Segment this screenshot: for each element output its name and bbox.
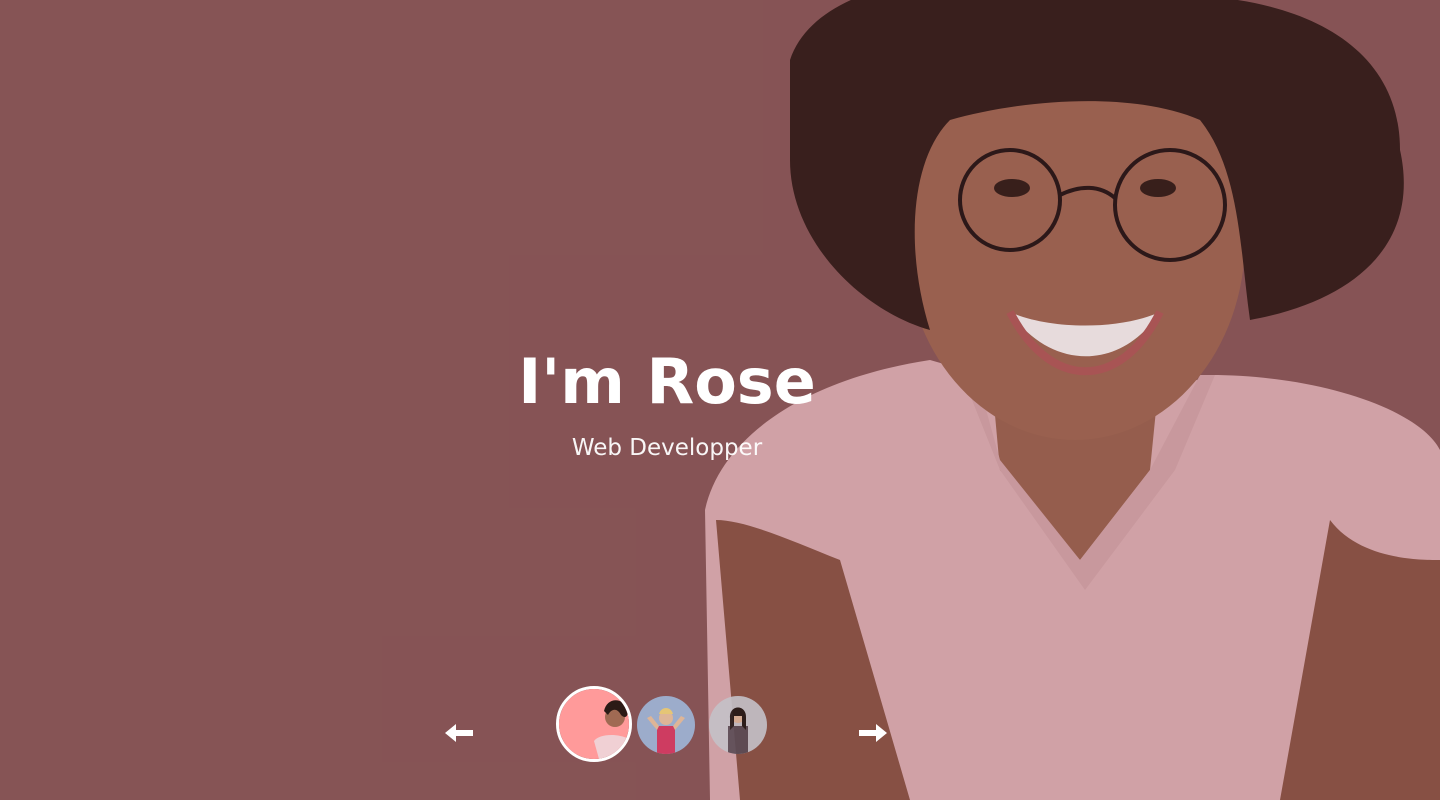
prev-button[interactable] [442,718,476,748]
next-button[interactable] [856,718,890,748]
third-person-thumbnail-image [709,696,767,754]
slide-title: I'm Rose [518,345,816,418]
second-person-thumbnail-image [637,696,695,754]
arrow-left-icon [445,724,473,742]
arrow-right-icon [859,724,887,742]
hero-slider: I'm Rose Web Developper [0,0,1440,800]
thumbnail-1[interactable] [556,686,632,762]
thumbnail-2[interactable] [637,696,695,754]
slide-subtitle: Web Developper [571,435,763,461]
thumbnail-3[interactable] [709,696,767,754]
slide-caption: I'm Rose Web Developper [0,338,1334,464]
rose-thumbnail-image [559,689,629,759]
